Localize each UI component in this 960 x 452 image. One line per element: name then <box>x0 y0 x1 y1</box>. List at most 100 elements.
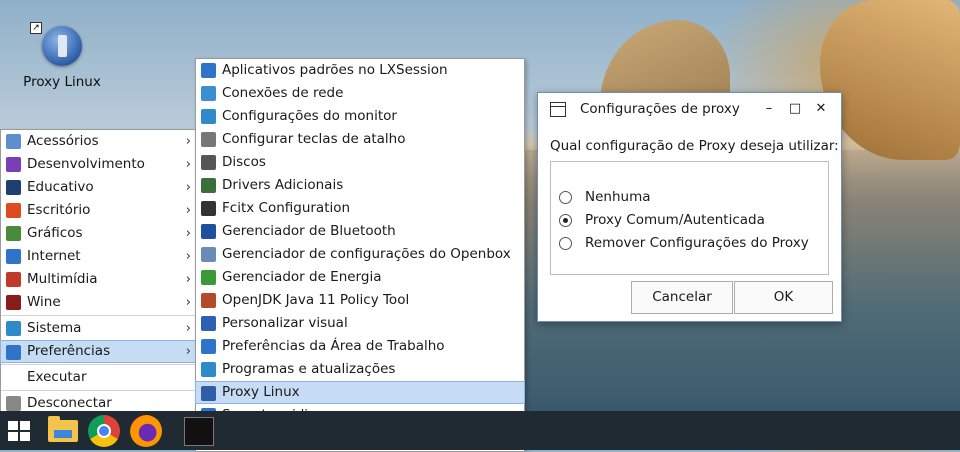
appearance-icon <box>201 316 216 331</box>
office-icon <box>6 203 21 218</box>
taskbar-file-manager[interactable] <box>41 411 83 450</box>
preferences-item-label: OpenJDK Java 11 Policy Tool <box>222 292 410 308</box>
preferences-item-2[interactable]: Configurações do monitor <box>196 105 524 128</box>
education-icon <box>6 180 21 195</box>
start-menu-item-label: Sistema <box>27 320 82 336</box>
chip-icon <box>201 178 216 193</box>
start-menu-item-8[interactable]: Sistema › <box>1 317 196 340</box>
preferences-item-14[interactable]: Proxy Linux <box>195 381 525 404</box>
start-menu-item-4[interactable]: Gráficos › <box>1 222 196 245</box>
start-menu-item-0[interactable]: Acessórios › <box>1 130 196 153</box>
preferences-item-label: Personalizar visual <box>222 315 348 331</box>
preferences-item-11[interactable]: Personalizar visual <box>196 312 524 335</box>
chevron-right-icon: › <box>185 295 191 310</box>
radio-label-1: Proxy Comum/Autenticada <box>585 212 765 228</box>
radio-button-2[interactable] <box>559 237 572 250</box>
taskbar-terminal[interactable] <box>178 411 220 450</box>
proxy-options-group: Nenhuma Proxy Comum/Autenticada Remover … <box>550 161 829 275</box>
preferences-item-7[interactable]: Gerenciador de Bluetooth <box>196 220 524 243</box>
preferences-item-label: Programas e atualizações <box>222 361 396 377</box>
preferences-item-label: Discos <box>222 154 266 170</box>
start-menu-item-5[interactable]: Internet › <box>1 245 196 268</box>
preferences-item-label: Gerenciador de configurações do Openbox <box>222 246 511 262</box>
taskbar-chrome[interactable] <box>83 411 125 450</box>
chevron-right-icon: › <box>185 344 191 359</box>
preferences-item-4[interactable]: Discos <box>196 151 524 174</box>
preferences-item-6[interactable]: Fcitx Configuration <box>196 197 524 220</box>
chrome-icon <box>88 415 120 447</box>
file-manager-icon <box>48 416 78 442</box>
taskbar-firefox[interactable] <box>125 411 167 450</box>
chevron-right-icon: › <box>185 321 191 336</box>
start-menu-item-label: Escritório <box>27 202 91 218</box>
chevron-right-icon: › <box>185 249 191 264</box>
preferences-item-label: Proxy Linux <box>222 384 300 400</box>
shortcut-arrow-icon: ↗ <box>30 22 42 34</box>
preferences-item-label: Fcitx Configuration <box>222 200 351 216</box>
system-icon <box>6 321 21 336</box>
key-icon <box>6 396 21 411</box>
preferences-item-label: Configurar teclas de atalho <box>222 131 406 147</box>
proxy-icon: ↗ <box>30 22 82 66</box>
start-menu-item-2[interactable]: Educativo › <box>1 176 196 199</box>
start-menu-item-label: Wine <box>27 294 61 310</box>
start-menu-item-1[interactable]: Desenvolvimento › <box>1 153 196 176</box>
start-menu-item-3[interactable]: Escritório › <box>1 199 196 222</box>
minimize-button[interactable]: – <box>756 93 782 125</box>
dialog-question: Qual configuração de Proxy deseja utiliz… <box>550 138 839 154</box>
preferences-item-13[interactable]: Programas e atualizações <box>196 358 524 381</box>
menu-separator <box>1 390 196 391</box>
start-menu-item-label: Executar <box>27 369 87 385</box>
dialog-titlebar[interactable]: Configurações de proxy – □ ✕ <box>538 93 841 125</box>
network-icon <box>201 86 216 101</box>
radio-button-0[interactable] <box>559 191 572 204</box>
bluetooth-icon <box>201 224 216 239</box>
maximize-button[interactable]: □ <box>782 93 808 125</box>
chevron-right-icon: › <box>185 134 191 149</box>
preferences-item-9[interactable]: Gerenciador de Energia <box>196 266 524 289</box>
preferences-item-0[interactable]: Aplicativos padrões no LXSession <box>196 59 524 82</box>
cancel-button[interactable]: Cancelar <box>631 281 733 314</box>
start-button[interactable] <box>0 411 42 450</box>
preferences-submenu: Aplicativos padrões no LXSession Conexões… <box>195 58 525 452</box>
battery-icon <box>201 270 216 285</box>
windows-start-icon <box>8 421 30 441</box>
menu-separator <box>1 364 196 365</box>
accessories-icon <box>6 134 21 149</box>
chevron-right-icon: › <box>185 157 191 172</box>
disk-icon <box>201 155 216 170</box>
preferences-item-label: Drivers Adicionais <box>222 177 344 193</box>
ok-button[interactable]: OK <box>734 281 833 314</box>
preferences-item-10[interactable]: OpenJDK Java 11 Policy Tool <box>196 289 524 312</box>
start-menu-item-label: Gráficos <box>27 225 83 241</box>
start-menu-item-10[interactable]: Executar <box>1 366 196 389</box>
terminal-icon <box>184 417 214 446</box>
openbox-icon <box>201 247 216 262</box>
start-menu-item-label: Desconectar <box>27 395 112 411</box>
radio-label-2: Remover Configurações do Proxy <box>585 235 809 251</box>
chevron-right-icon: › <box>185 226 191 241</box>
gear-icon <box>201 63 216 78</box>
radio-label-0: Nenhuma <box>585 189 651 205</box>
preferences-item-5[interactable]: Drivers Adicionais <box>196 174 524 197</box>
keyboard-icon <box>201 132 216 147</box>
taskbar <box>0 411 960 450</box>
desktop-icon-label: Proxy Linux <box>23 74 101 90</box>
vs-icon <box>6 157 21 172</box>
preferences-item-label: Configurações do monitor <box>222 108 397 124</box>
preferences-item-12[interactable]: Preferências da Área de Trabalho <box>196 335 524 358</box>
close-button[interactable]: ✕ <box>808 93 834 125</box>
start-menu-item-label: Multimídia <box>27 271 98 287</box>
start-menu-item-label: Preferências <box>27 343 111 359</box>
start-menu-item-7[interactable]: Wine › <box>1 291 196 314</box>
start-menu-item-6[interactable]: Multimídia › <box>1 268 196 291</box>
preferences-item-3[interactable]: Configurar teclas de atalho <box>196 128 524 151</box>
proxy-icon <box>201 386 216 401</box>
preferences-item-8[interactable]: Gerenciador de configurações do Openbox <box>196 243 524 266</box>
start-menu-item-9[interactable]: Preferências › <box>0 340 197 363</box>
chevron-right-icon: › <box>185 180 191 195</box>
chevron-right-icon: › <box>185 272 191 287</box>
preferences-item-1[interactable]: Conexões de rede <box>196 82 524 105</box>
radio-button-1[interactable] <box>559 214 572 227</box>
desktop-icon-proxy-linux[interactable]: ↗ Proxy Linux <box>12 22 112 90</box>
